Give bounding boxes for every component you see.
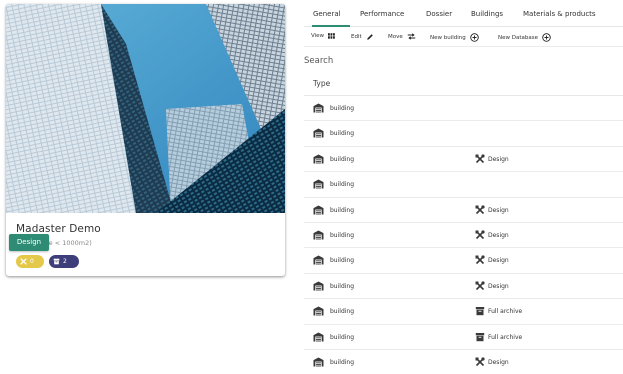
design-tools-icon [475, 281, 485, 290]
table-row[interactable]: building [304, 96, 623, 122]
archive-box-icon [475, 332, 485, 341]
design-tools-icon [475, 230, 485, 240]
grid-view-icon [328, 33, 335, 39]
new-building-label: New building [430, 34, 466, 41]
archive-box-icon [475, 307, 485, 316]
pencil-icon [366, 34, 373, 40]
row-type-label: building [330, 358, 355, 366]
add-circle-icon [470, 33, 479, 42]
building-list: building building building Design buildi… [304, 96, 623, 374]
swap-arrows-icon [407, 33, 415, 40]
row-status-tag: Design [488, 206, 509, 214]
view-label: View [311, 33, 325, 39]
design-tools-icon [475, 154, 485, 163]
row-type-label: building [330, 105, 355, 112]
warehouse-icon [313, 205, 324, 215]
table-row[interactable]: building Full archive [304, 299, 623, 325]
row-type-label: building [330, 333, 355, 341]
edit-button[interactable]: Edit [351, 33, 374, 41]
row-type-label: building [330, 231, 355, 239]
table-row[interactable]: building [304, 121, 623, 147]
row-status-tag: Full archive [488, 333, 523, 341]
warehouse-icon [313, 281, 324, 291]
warehouse-icon [313, 128, 324, 138]
design-tools-icon [475, 357, 485, 366]
design-count-badge[interactable]: 0 [16, 255, 44, 268]
search-input[interactable] [304, 56, 504, 66]
row-type-label: building [330, 155, 355, 163]
design-count: 0 [30, 258, 34, 265]
add-circle-icon [542, 33, 551, 42]
design-tools-icon [475, 255, 485, 265]
tab-materials-products[interactable]: Materials & products [523, 10, 596, 18]
warehouse-icon [313, 179, 324, 189]
row-status-tag: Design [488, 155, 509, 163]
row-type-label: building [330, 206, 355, 214]
table-row[interactable]: building Design [304, 274, 623, 300]
tab-performance[interactable]: Performance [360, 10, 404, 18]
table-row[interactable]: building Design [304, 147, 623, 173]
project-card[interactable]: Madaster Demo fice < 1000m2) Design 0 2 [6, 4, 285, 276]
row-type-label: building [330, 130, 355, 138]
tab-buildings[interactable]: Buildings [471, 10, 503, 18]
edit-label: Edit [351, 34, 362, 40]
table-header: Type [304, 71, 623, 96]
row-status-tag: Full archive [488, 308, 523, 316]
table-row[interactable]: building Design [304, 248, 623, 274]
row-type-label: building [330, 282, 355, 290]
row-type-label: building [330, 257, 355, 265]
move-label: Move [388, 33, 403, 40]
warehouse-icon [313, 357, 324, 367]
table-row[interactable]: building Full archive [304, 325, 623, 350]
row-status-tag: Design [488, 231, 509, 239]
row-type-label: building [330, 181, 355, 189]
row-status-tag: Design [488, 282, 509, 290]
tab-general[interactable]: General [313, 10, 341, 18]
tab-bar: General Performance Dossier Buildings Ma… [304, 0, 623, 27]
new-database-button[interactable]: New Database [498, 33, 551, 42]
archive-count-badge[interactable]: 2 [49, 255, 79, 268]
warehouse-icon [313, 331, 324, 342]
archive-count: 2 [63, 258, 67, 265]
archive-box-icon [53, 258, 60, 265]
warehouse-icon [313, 154, 324, 164]
move-button[interactable]: Move [388, 33, 416, 40]
table-row[interactable]: building Design [304, 198, 623, 223]
type-column-header[interactable]: Type [313, 79, 330, 88]
new-database-label: New Database [498, 34, 538, 41]
row-status-tag: Design [488, 358, 509, 366]
warehouse-icon [313, 230, 324, 240]
search-bar [304, 56, 623, 66]
warehouse-icon [313, 103, 324, 113]
tab-dossier[interactable]: Dossier [426, 10, 452, 18]
warehouse-icon [313, 255, 324, 265]
warehouse-icon [313, 306, 324, 316]
design-tooltip: Design [9, 234, 49, 251]
new-building-button[interactable]: New building [430, 33, 479, 42]
table-row[interactable]: building [304, 172, 623, 198]
toolbar: View Edit Move New building New Database [304, 27, 623, 47]
view-button[interactable]: View [311, 33, 335, 39]
project-photo [6, 4, 285, 213]
row-status-tag: Design [488, 257, 509, 265]
table-row[interactable]: building Design [304, 223, 623, 249]
table-row[interactable]: building Design [304, 350, 623, 374]
design-tools-icon [475, 204, 485, 214]
design-tools-icon [20, 258, 27, 265]
row-type-label: building [330, 308, 355, 316]
